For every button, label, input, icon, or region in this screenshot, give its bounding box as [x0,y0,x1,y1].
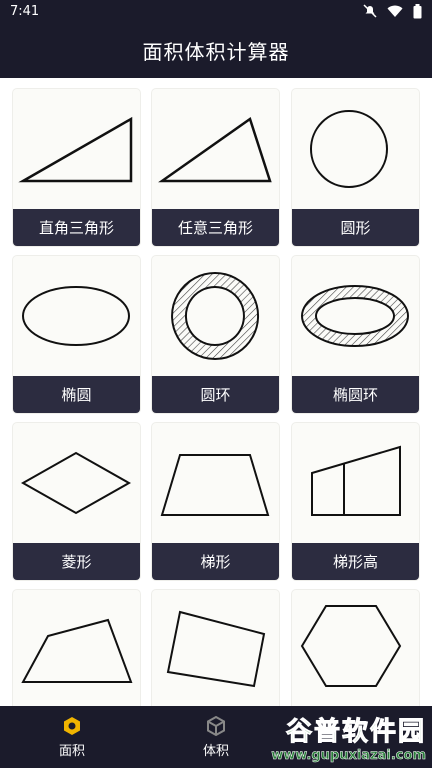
notification-mute-icon [363,4,377,18]
ring-icon [171,272,259,360]
shape-card-trapezoid[interactable]: 梯形 [152,423,279,580]
cube-icon [207,715,225,736]
elliptical-ring-icon [300,285,410,347]
app-bar: 面积体积计算器 [0,22,432,78]
quadrilateral-icon [166,610,266,688]
shape-card-quadrilateral-1[interactable] [13,590,140,706]
quadrilateral-icon [21,618,133,683]
shape-label: 圆形 [292,209,419,246]
wifi-icon [387,5,403,17]
shape-label: 菱形 [13,543,140,580]
tab-label: 面积 [58,743,85,759]
trapezoid-height-icon [311,445,401,516]
shape-label: 梯形 [152,543,279,580]
shape-label: 任意三角形 [152,209,279,246]
shape-label: 椭圆 [13,376,140,413]
battery-icon [413,3,422,18]
shape-card-rhombus[interactable]: 菱形 [13,423,140,580]
hexagon-icon [300,605,402,687]
page-title: 面积体积计算器 [142,39,290,64]
hexagon-icon [64,716,80,735]
tab-label: 体积 [202,743,229,759]
shape-card-ring[interactable]: 圆环 [152,256,279,413]
shape-label: 直角三角形 [13,209,140,246]
shape-card-right-triangle[interactable]: 直角三角形 [13,89,140,246]
trapezoid-icon [160,454,270,516]
status-icons [363,3,422,19]
shape-label: 圆环 [152,376,279,413]
tab-volume[interactable]: 体积 [144,706,288,768]
tab-area[interactable]: 面积 [0,706,144,768]
right-triangle-icon [18,116,133,183]
shape-grid: 直角三角形 任意三角形 圆形 椭圆 圆环 椭圆环 菱形 梯形 梯形高 [0,78,432,706]
shape-card-elliptical-ring[interactable]: 椭圆环 [292,256,419,413]
rhombus-icon [20,451,132,515]
shape-card-hexagon[interactable] [292,590,419,706]
shape-card-ellipse[interactable]: 椭圆 [13,256,140,413]
bottom-nav: 面积 体积 [0,706,432,768]
shape-card-triangle[interactable]: 任意三角形 [152,89,279,246]
shape-card-circle[interactable]: 圆形 [292,89,419,246]
shape-card-trapezoid-height[interactable]: 梯形高 [292,423,419,580]
circle-icon [310,110,388,188]
status-time: 7:41 [10,3,40,19]
shape-label: 梯形高 [292,543,419,580]
status-bar: 7:41 [0,0,432,22]
shape-label: 椭圆环 [292,376,419,413]
shape-card-quadrilateral-2[interactable] [152,590,279,706]
triangle-icon [158,117,272,183]
ellipse-icon [22,286,130,346]
